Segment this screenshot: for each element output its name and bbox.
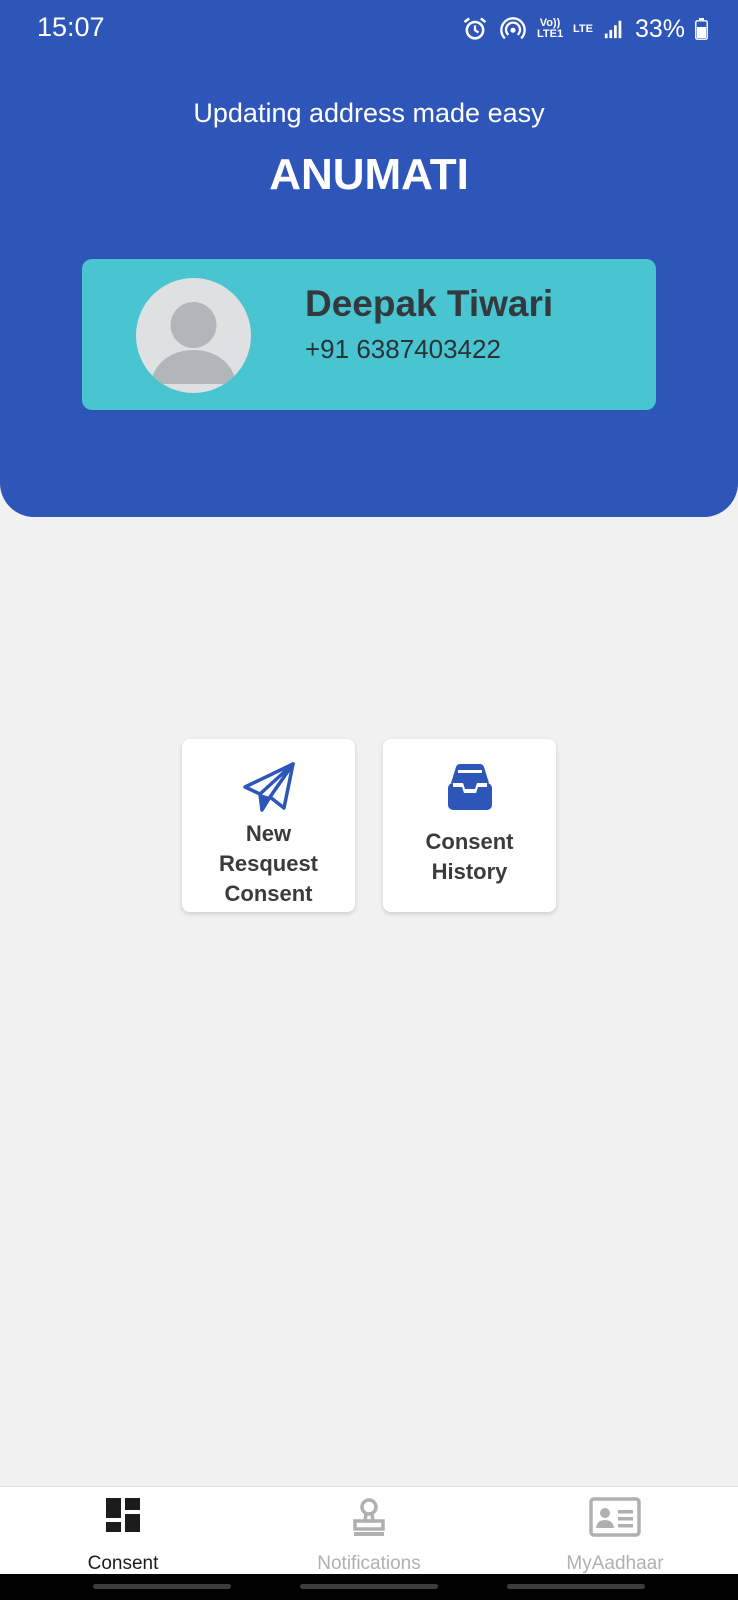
battery-percent: 33% [634,14,685,43]
nav-item-notifications[interactable]: Notifications [246,1487,492,1575]
gesture-pill-center[interactable] [300,1584,438,1589]
header: 15:07 Vo)) LTE1 LTE 33% Updating address… [0,0,738,517]
user-placeholder-icon [150,302,237,384]
consent-history-label: Consent History [425,829,514,884]
action-tiles: New Resquest Consent Consent History [182,739,556,913]
volte-icon: Vo)) LTE1 [536,17,564,40]
avatar [136,278,251,393]
lte-icon: LTE [572,22,593,35]
status-time: 15:07 [37,12,105,42]
bottom-nav: Consent Notifications MyAadhaar [0,1486,738,1575]
gesture-pill-left[interactable] [93,1584,231,1589]
system-gesture-bar [0,1574,738,1600]
status-bar: 15:07 Vo)) LTE1 LTE 33% [0,0,738,60]
nav-item-consent[interactable]: Consent [0,1487,246,1575]
new-request-consent-label: New Resquest Consent [218,821,319,906]
inbox-tray-icon [447,764,492,810]
profile-card[interactable]: Deepak Tiwari +91 6387403422 [82,259,656,410]
profile-phone: +91 6387403422 [305,334,501,364]
profile-name: Deepak Tiwari [305,283,554,324]
new-request-consent-button[interactable]: New Resquest Consent [182,739,355,912]
nav-label-notifications: Notifications [317,1553,421,1574]
hotspot-icon [500,17,526,40]
paper-plane-icon [242,762,295,812]
battery-icon [695,18,708,40]
nav-label-consent: Consent [87,1553,159,1574]
gesture-pill-right[interactable] [507,1584,645,1589]
signal-icon [604,20,622,39]
app-title: ANUMATI [269,150,469,199]
tagline: Updating address made easy [193,98,545,128]
stamp-icon [353,1498,385,1536]
status-icons: Vo)) LTE1 LTE 33% [461,12,708,46]
id-card-icon [589,1497,641,1537]
nav-label-myaadhaar: MyAadhaar [566,1553,664,1574]
alarm-icon [463,17,487,40]
consent-history-button[interactable]: Consent History [383,739,556,912]
dashboard-icon [106,1498,140,1532]
nav-item-myaadhaar[interactable]: MyAadhaar [492,1487,738,1575]
